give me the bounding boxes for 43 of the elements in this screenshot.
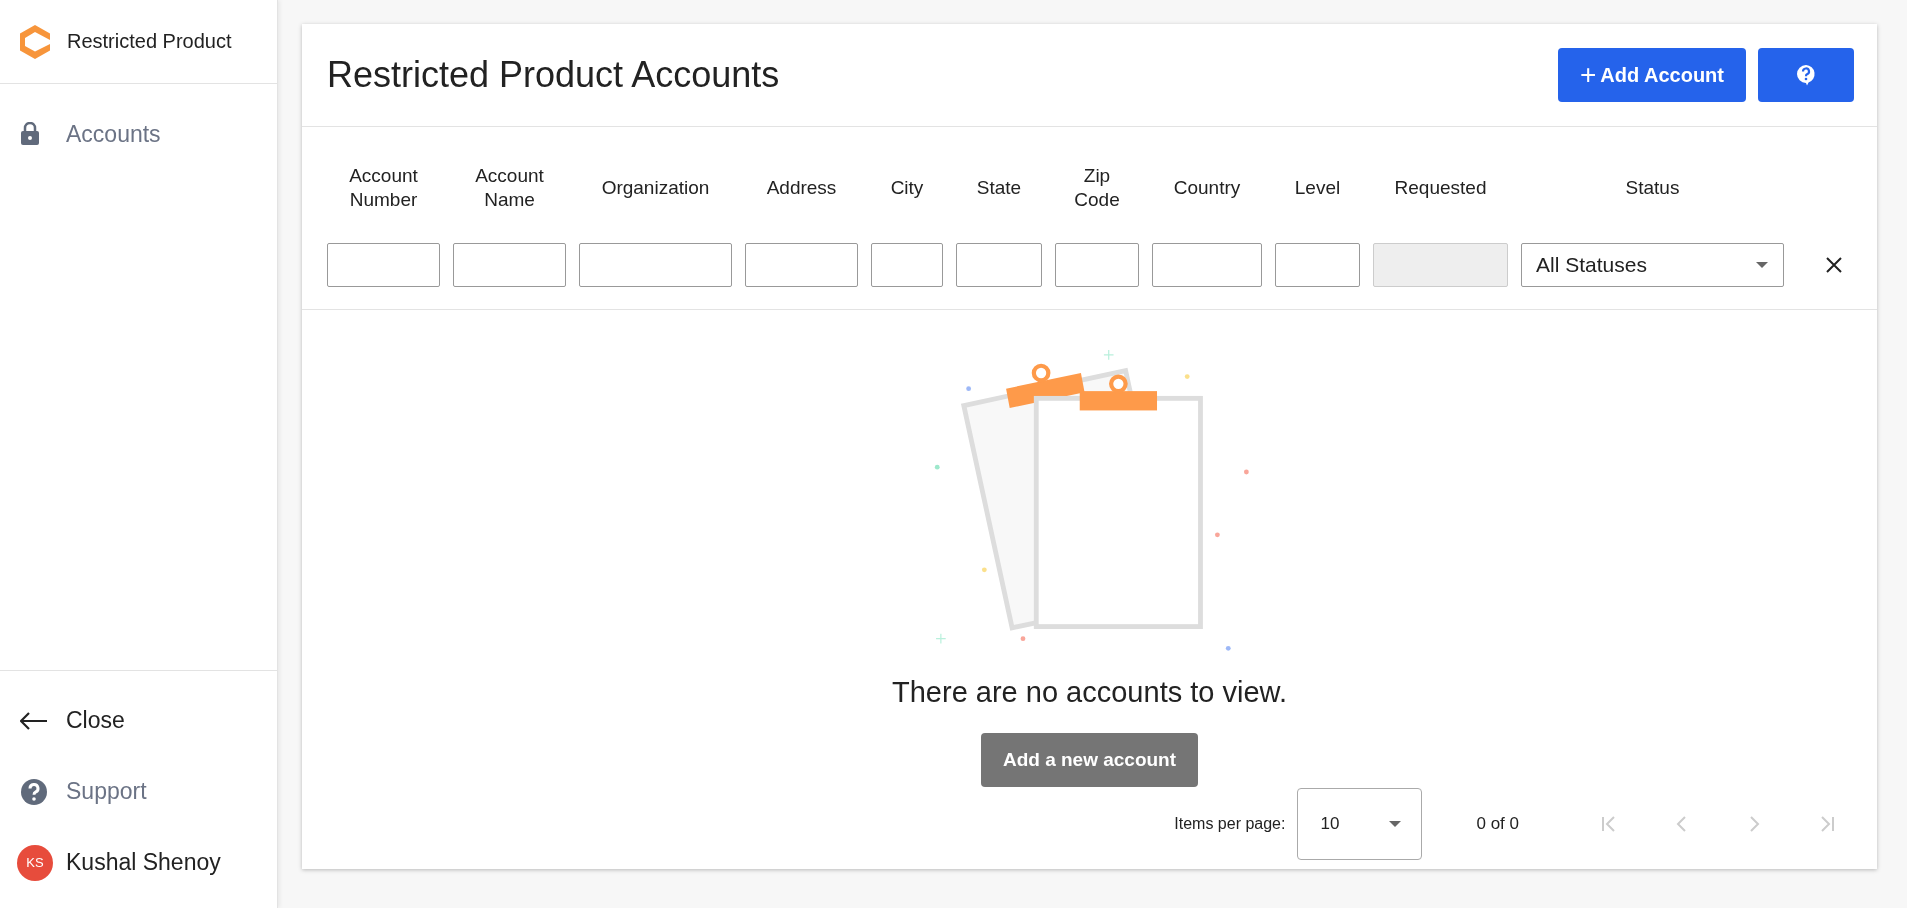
close-link[interactable]: Close <box>0 685 277 756</box>
filter-input[interactable] <box>327 243 440 287</box>
close-icon <box>1825 256 1843 274</box>
dropdown-caret-icon <box>1389 821 1402 827</box>
column-header: Account Name <box>475 164 544 212</box>
items-per-page-label: Items per page: <box>1174 815 1286 833</box>
help-icon <box>1796 64 1816 86</box>
status-dropdown[interactable]: All Statuses <box>1521 243 1784 287</box>
support-link[interactable]: Support <box>0 756 277 827</box>
column-header: Account Number <box>349 164 418 212</box>
user-menu[interactable]: KS Kushal Shenoy <box>0 827 277 898</box>
left-arrow-icon <box>20 710 48 731</box>
column-header: State <box>976 176 1022 200</box>
nav-link[interactable]: Accounts <box>0 98 277 170</box>
page-range: 0 of 0 <box>1476 814 1519 834</box>
column-header: Address <box>766 176 837 200</box>
filter-input[interactable] <box>871 243 943 287</box>
lock-icon <box>20 122 40 146</box>
column-header: Level <box>1294 176 1341 200</box>
filter-input[interactable] <box>956 243 1042 287</box>
column-header: Organization <box>601 176 710 200</box>
column-header: Status <box>1625 176 1680 200</box>
help-icon <box>20 777 48 806</box>
filter-input[interactable] <box>453 243 566 287</box>
filter-input[interactable] <box>1275 243 1360 287</box>
filter-input[interactable] <box>1055 243 1139 287</box>
add-new-account-button[interactable]: Add a new account <box>980 733 1199 787</box>
filter-input[interactable] <box>745 243 858 287</box>
column-header: Zip Code <box>1074 164 1120 212</box>
column-header: Requested <box>1394 176 1487 200</box>
page-size-dropdown[interactable]: 10 <box>1297 788 1423 860</box>
filter-input[interactable] <box>1152 243 1262 287</box>
user-avatar: KS <box>17 844 53 881</box>
dropdown-caret-icon <box>1756 262 1768 268</box>
empty-state-message: There are no accounts to view. <box>892 676 1287 709</box>
app-name: Restricted Product <box>67 30 232 53</box>
page-title: Restricted Product Accounts <box>327 54 781 96</box>
help-button[interactable] <box>1758 48 1854 102</box>
column-header: Country <box>1173 176 1241 200</box>
column-header: City <box>890 176 924 200</box>
add-account-button[interactable]: +Add Account <box>1557 48 1746 102</box>
filter-input[interactable] <box>579 243 732 287</box>
hexagon-logo-icon <box>19 23 51 60</box>
